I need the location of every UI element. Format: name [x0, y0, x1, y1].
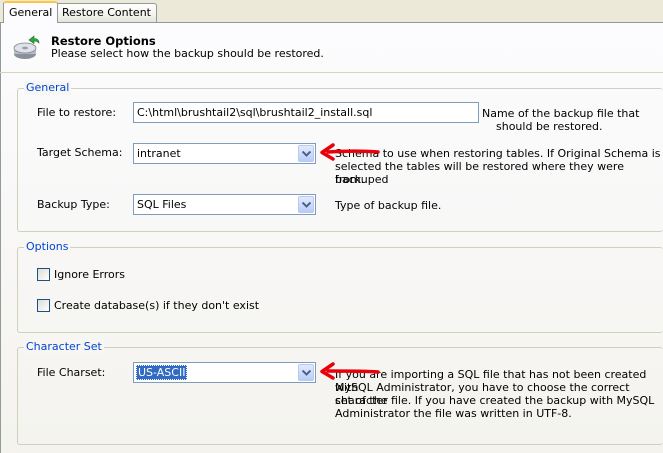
- charset-desc-line-4: Administrator the file was written in UT…: [335, 407, 572, 420]
- file-charset-value: US-ASCII: [136, 365, 188, 380]
- target-schema-select[interactable]: intranet: [133, 143, 316, 164]
- tab-restore-content[interactable]: Restore Content: [56, 3, 157, 22]
- header-divider: [0, 72, 663, 73]
- schema-desc-line-3: from.: [335, 173, 365, 186]
- charset-desc-line-3: set of the file. If you have created the…: [335, 394, 655, 407]
- create-database-checkbox[interactable]: [37, 299, 50, 312]
- backup-type-desc: Type of backup file.: [335, 199, 442, 212]
- backup-type-label: Backup Type:: [37, 198, 110, 211]
- general-group-title: General: [24, 81, 72, 95]
- annotation-arrow-icon: [320, 143, 380, 161]
- target-schema-value: intranet: [137, 147, 181, 160]
- chevron-down-icon[interactable]: [298, 364, 314, 381]
- options-group-title: Options: [24, 240, 71, 254]
- file-charset-label: File Charset:: [37, 366, 106, 379]
- backup-type-select[interactable]: SQL Files: [133, 194, 316, 215]
- backup-type-value: SQL Files: [137, 198, 187, 211]
- target-schema-label: Target Schema:: [37, 146, 123, 159]
- create-database-label[interactable]: Create database(s) if they don't exist: [54, 299, 259, 313]
- file-desc-line-1: Name of the backup file that: [482, 107, 640, 120]
- chevron-down-icon[interactable]: [298, 196, 314, 213]
- ignore-errors-label[interactable]: Ignore Errors: [54, 268, 125, 282]
- file-to-restore-input[interactable]: [133, 102, 479, 123]
- options-group: Options: [17, 240, 663, 333]
- file-desc-line-2: should be restored.: [496, 120, 603, 133]
- page-subtitle: Please select how the backup should be r…: [51, 47, 324, 60]
- chevron-down-icon[interactable]: [298, 145, 314, 162]
- character-set-group-title: Character Set: [24, 340, 104, 354]
- ignore-errors-checkbox[interactable]: [37, 268, 50, 281]
- page-title: Restore Options: [51, 34, 156, 48]
- file-charset-select[interactable]: US-ASCII: [133, 362, 316, 383]
- schema-desc-line-1: Schema to use when restoring tables. If …: [335, 147, 661, 160]
- file-to-restore-label: File to restore:: [37, 106, 117, 119]
- tab-general[interactable]: General: [3, 1, 59, 23]
- schema-desc-line-2: selected the tables will be restored whe…: [335, 160, 624, 186]
- annotation-arrow-icon: [320, 362, 380, 380]
- restore-icon: [12, 34, 42, 65]
